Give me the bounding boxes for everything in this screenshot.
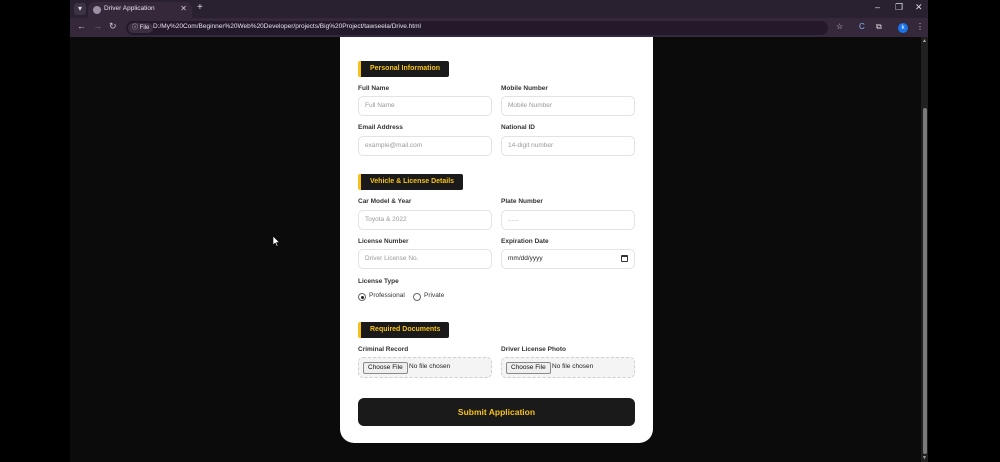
scroll-up-icon[interactable]: ▲ xyxy=(922,38,927,44)
tab-title: Driver Application xyxy=(104,5,155,12)
car-model-label: Car Model & Year xyxy=(358,198,412,205)
expiration-date-input[interactable]: mm/dd/yyyy xyxy=(501,249,635,269)
tab-search-icon[interactable]: ▾ xyxy=(74,3,86,15)
star-icon[interactable]: ☆ xyxy=(836,22,843,31)
url-text: D:/My%20Com/Beginner%20Web%20Developer/p… xyxy=(153,23,421,30)
avatar[interactable]: k xyxy=(898,23,908,33)
submit-application-button[interactable]: Submit Application xyxy=(358,398,635,426)
license-photo-choose-button[interactable]: Choose File xyxy=(506,362,551,374)
globe-icon xyxy=(93,6,101,14)
new-tab-icon[interactable]: + xyxy=(197,2,203,13)
email-input[interactable]: example@mail.com xyxy=(358,136,492,156)
address-bar[interactable]: ⓘ File D:/My%20Com/Beginner%20Web%20Deve… xyxy=(126,21,828,35)
radio-professional-label[interactable]: Professional xyxy=(369,292,405,299)
full-name-input[interactable]: Full Name xyxy=(358,96,492,116)
menu-icon[interactable]: ⋮ xyxy=(916,22,924,31)
section-title-vehicle: Vehicle & License Details xyxy=(358,174,464,190)
window-close-icon[interactable]: ✕ xyxy=(915,2,923,13)
radio-private[interactable] xyxy=(413,293,421,301)
section-title-documents: Required Documents xyxy=(358,322,450,338)
full-name-label: Full Name xyxy=(358,85,390,92)
puzzle-icon[interactable]: ⧉ xyxy=(876,22,882,32)
license-photo-file-status: No file chosen xyxy=(552,363,594,370)
minimize-icon[interactable]: – xyxy=(875,2,880,12)
license-number-label: License Number xyxy=(358,238,409,245)
email-label: Email Address xyxy=(358,124,403,131)
radio-professional[interactable] xyxy=(358,293,366,301)
criminal-record-label: Criminal Record xyxy=(358,346,409,353)
plate-label: Plate Number xyxy=(501,198,543,205)
expiration-label: Expiration Date xyxy=(501,238,549,245)
plate-input[interactable]: ...... xyxy=(501,210,635,230)
reload-icon[interactable]: ↻ xyxy=(109,21,117,32)
forward-icon[interactable]: → xyxy=(93,21,102,31)
criminal-record-file-input: Choose File No file chosen xyxy=(358,357,492,378)
cursor-icon xyxy=(273,236,281,247)
criminal-record-file-status: No file chosen xyxy=(409,363,451,370)
driver-application-form: Personal Information Full Name Full Name… xyxy=(340,37,653,443)
license-photo-label: Driver License Photo xyxy=(501,346,567,353)
national-id-label: National ID xyxy=(501,124,535,131)
browser-tab[interactable]: Driver Application ✕ xyxy=(88,2,192,18)
file-chip[interactable]: ⓘ File xyxy=(128,23,154,33)
scrollbar-thumb[interactable] xyxy=(923,108,927,454)
license-number-input[interactable]: Driver License No. xyxy=(358,249,492,269)
mobile-input[interactable]: Mobile Number xyxy=(501,96,635,116)
back-icon[interactable]: ← xyxy=(77,21,86,31)
criminal-record-choose-button[interactable]: Choose File xyxy=(363,362,408,374)
calendar-icon[interactable] xyxy=(621,255,628,262)
mobile-label: Mobile Number xyxy=(501,85,548,92)
national-id-input[interactable]: 14-digit number xyxy=(501,136,635,156)
extension-c-icon[interactable]: C xyxy=(859,22,865,31)
section-title-personal: Personal Information xyxy=(358,61,450,77)
expiration-date-value: mm/dd/yyyy xyxy=(508,255,543,262)
scroll-down-icon[interactable]: ▼ xyxy=(922,455,927,461)
car-model-input[interactable]: Toyota & 2022 xyxy=(358,210,492,230)
license-type-label: License Type xyxy=(358,278,399,285)
close-icon[interactable]: ✕ xyxy=(180,4,187,13)
license-photo-file-input: Choose File No file chosen xyxy=(501,357,635,378)
restore-icon[interactable]: ❐ xyxy=(895,2,903,13)
radio-private-label[interactable]: Private xyxy=(424,292,444,299)
